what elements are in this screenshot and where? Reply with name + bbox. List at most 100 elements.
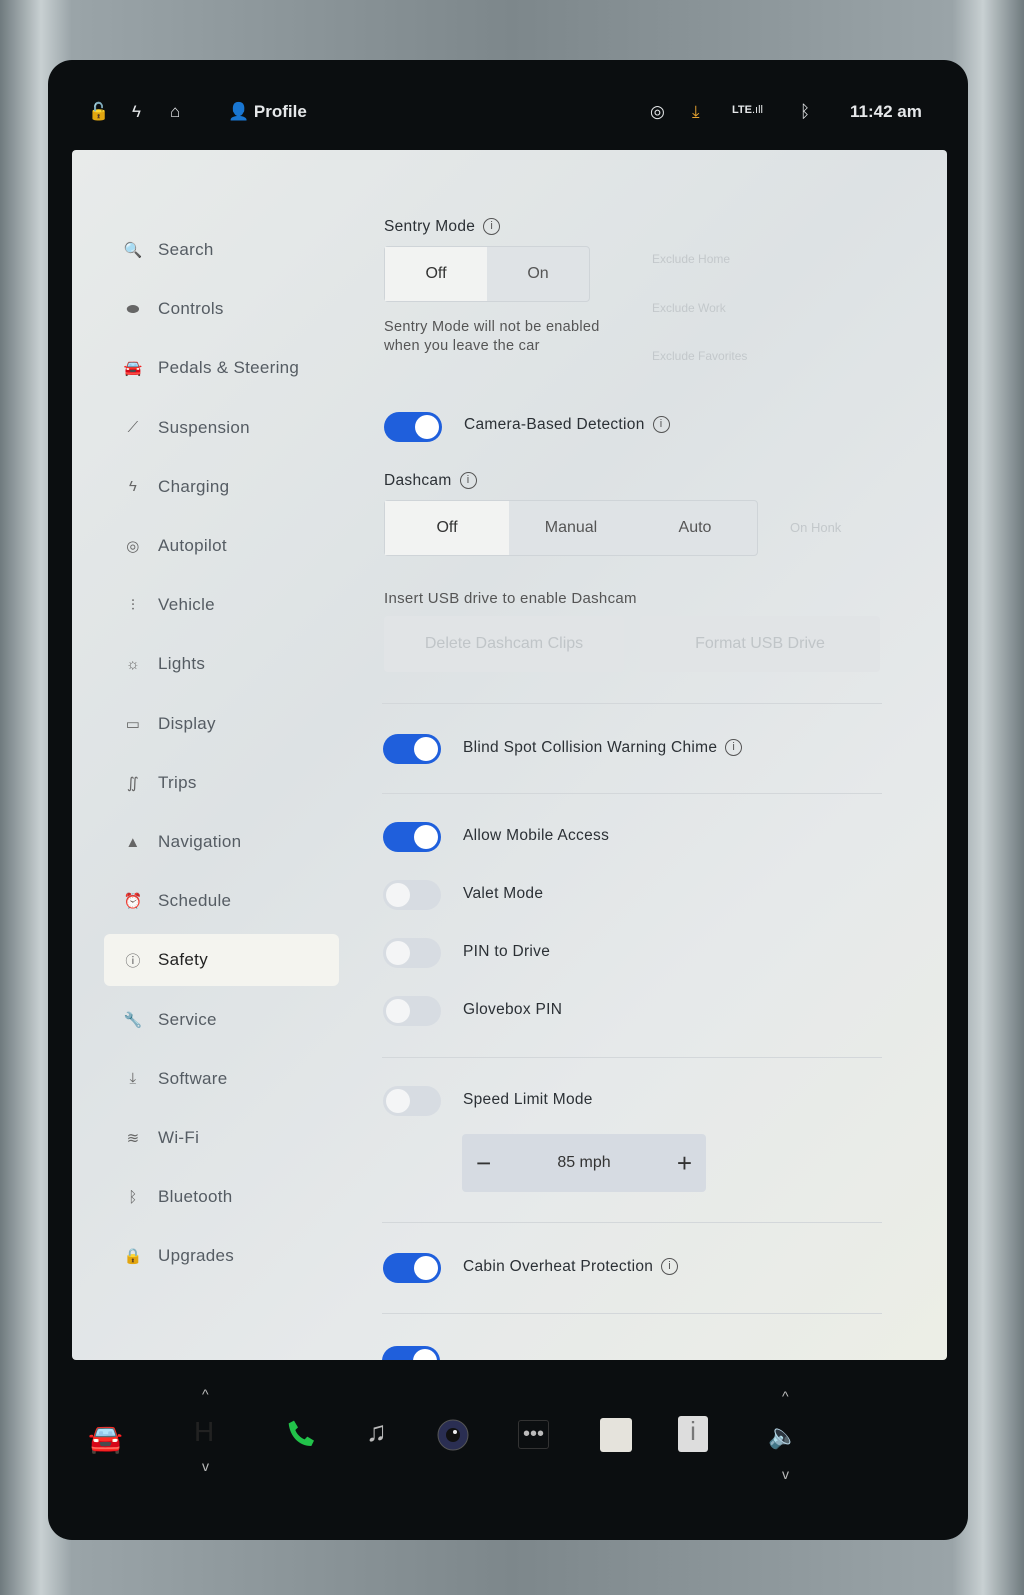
info-icon[interactable]: i xyxy=(459,472,477,490)
speed-limit-stepper: − 85 mph + xyxy=(462,1134,706,1192)
divider xyxy=(382,1222,882,1223)
camera-detection-toggle[interactable] xyxy=(384,412,442,442)
sidebar-item-search[interactable]: 🔍 Search xyxy=(104,224,339,276)
dashcam-note: Insert USB drive to enable Dashcam xyxy=(384,590,637,607)
chevron-up-icon[interactable]: ^ xyxy=(782,1388,789,1404)
info-icon[interactable]: i xyxy=(661,1258,679,1276)
status-bar: 🔓 ϟ ⌂ 👤 Profile ◎ ⤓ LTE.ıll ᛒ 11:42 am xyxy=(60,88,960,138)
sidebar-item-schedule[interactable]: ⏰ Schedule xyxy=(104,875,339,927)
sidebar-icon: ⤓ xyxy=(129,1070,137,1088)
sidebar-item-label: Display xyxy=(158,713,216,733)
manual-icon[interactable]: i xyxy=(678,1416,708,1452)
toggle-pin-to-drive[interactable] xyxy=(383,938,441,968)
sidebar-icon: ☼ xyxy=(125,655,141,673)
sidebar-item-vehicle[interactable]: ⫶ Vehicle xyxy=(104,579,339,631)
sidebar-item-service[interactable]: 🔧 Service xyxy=(104,994,339,1046)
sidebar-icon: 🚘 xyxy=(123,360,143,378)
toggle-label: Blind Spot Collision Warning Chime i xyxy=(463,739,743,757)
sidebar-item-charging[interactable]: ϟ Charging xyxy=(104,461,339,513)
toggle-label: Speed Limit Mode xyxy=(463,1091,593,1108)
chevron-up-icon[interactable]: ^ xyxy=(202,1386,209,1402)
signal-icon: LTE.ıll xyxy=(732,104,763,116)
sidebar-item-navigation[interactable]: ▲ Navigation xyxy=(104,816,339,868)
car-icon[interactable]: 🚘 xyxy=(88,1422,123,1455)
toggle-label: Valet Mode xyxy=(463,885,544,902)
toggle-cabin-overheat-protection[interactable] xyxy=(383,1253,441,1283)
sidebar-item-trips[interactable]: ∬ Trips xyxy=(104,757,339,809)
camera-icon[interactable] xyxy=(436,1418,470,1459)
sidebar-icon: ≋ xyxy=(126,1130,140,1147)
lock-icon[interactable]: 🔓 xyxy=(88,102,109,122)
toggle-valet-mode[interactable] xyxy=(383,880,441,910)
toggle-blind-spot-collision-warning-chime[interactable] xyxy=(383,734,441,764)
sidebar-item-wi-fi[interactable]: ≋ Wi-Fi xyxy=(104,1112,339,1164)
delete-dashcam-clips-button[interactable]: Delete Dashcam Clips xyxy=(384,616,624,672)
toggle-speed-limit-mode[interactable] xyxy=(383,1086,441,1116)
sentry-icon[interactable]: ◎ xyxy=(650,102,665,122)
decrease-button[interactable]: − xyxy=(476,1148,491,1179)
phone-icon[interactable] xyxy=(286,1418,318,1457)
profile-button[interactable]: 👤 Profile xyxy=(228,102,307,122)
settings-panel: 🔍 Search ⬬ Controls 🚘 Pedals & Steering ⟋ Suspe… xyxy=(72,150,947,1360)
divider xyxy=(382,1313,882,1314)
chevron-down-icon[interactable]: v xyxy=(782,1466,789,1482)
dashcam-auto-option[interactable]: Auto xyxy=(633,501,757,555)
exclude-favorites: Exclude Favorites xyxy=(652,349,748,363)
music-icon[interactable]: ♫ xyxy=(366,1416,387,1448)
chevron-down-icon[interactable]: v xyxy=(202,1458,209,1474)
toggle-glovebox-pin[interactable] xyxy=(383,996,441,1026)
info-icon[interactable]: i xyxy=(652,416,670,434)
dashcam-off-option[interactable]: Off xyxy=(385,501,509,555)
divider xyxy=(382,793,882,794)
sidebar-item-pedals-steering[interactable]: 🚘 Pedals & Steering xyxy=(104,342,339,394)
sidebar-icon: ⟋ xyxy=(127,419,139,437)
speed-limit-value: 85 mph xyxy=(557,1154,611,1171)
download-icon[interactable]: ⤓ xyxy=(692,102,700,122)
bolt-icon[interactable]: ϟ xyxy=(132,102,141,122)
sentry-off-option[interactable]: Off xyxy=(385,247,487,301)
more-icon[interactable]: ••• xyxy=(518,1420,550,1449)
sidebar-icon: ⏰ xyxy=(123,893,143,911)
dashcam-manual-option[interactable]: Manual xyxy=(509,501,633,555)
on-honk-option[interactable]: On Honk xyxy=(790,520,841,535)
sidebar-item-suspension[interactable]: ⟋ Suspension xyxy=(104,402,339,454)
toggle-allow-mobile-access[interactable] xyxy=(383,822,441,852)
dashcam-title: Dashcam i xyxy=(384,472,477,490)
bluetooth-icon[interactable]: ᛒ xyxy=(800,102,810,122)
sidebar-item-label: Bluetooth xyxy=(158,1187,233,1207)
divider xyxy=(382,1057,882,1058)
sidebar-icon: 🔒 xyxy=(123,1248,143,1266)
sidebar-item-upgrades[interactable]: 🔒 Upgrades xyxy=(104,1230,339,1282)
sidebar-icon: 🔧 xyxy=(123,1011,143,1029)
partial-toggle[interactable] xyxy=(382,1346,440,1360)
sentry-title: Sentry Mode i xyxy=(384,218,501,236)
sidebar-item-software[interactable]: ⤓ Software xyxy=(104,1053,339,1105)
dashcam-selector: Off Manual Auto xyxy=(384,500,758,556)
sidebar-item-label: Upgrades xyxy=(158,1246,235,1266)
dock: 🚘 ^ H v ♫ ••• i ^ 🔈 v xyxy=(48,1370,968,1510)
sidebar-item-label: Schedule xyxy=(158,891,232,911)
sidebar-item-safety[interactable]: ⓘ Safety xyxy=(104,934,339,987)
sidebar-item-label: Lights xyxy=(158,654,206,674)
sentry-on-option[interactable]: On xyxy=(487,247,589,301)
sidebar-item-bluetooth[interactable]: ᛒ Bluetooth xyxy=(104,1171,339,1223)
format-usb-button[interactable]: Format USB Drive xyxy=(640,616,880,672)
exclude-home: Exclude Home xyxy=(652,252,731,266)
sidebar-item-label: Navigation xyxy=(158,832,242,851)
volume-icon[interactable]: 🔈 xyxy=(768,1422,798,1451)
climate-icon[interactable]: H xyxy=(194,1416,214,1448)
sidebar-item-autopilot[interactable]: ◎ Autopilot xyxy=(104,520,339,572)
sidebar-icon: ▭ xyxy=(125,715,141,733)
info-icon[interactable]: i xyxy=(483,218,501,236)
divider xyxy=(382,703,882,704)
info-icon[interactable]: i xyxy=(725,739,743,757)
toggle-label: Allow Mobile Access xyxy=(463,827,610,844)
sidebar-item-label: Autopilot xyxy=(158,536,227,555)
sidebar-item-lights[interactable]: ☼ Lights xyxy=(104,638,339,690)
calendar-icon[interactable] xyxy=(600,1418,632,1452)
sidebar-item-display[interactable]: ▭ Display xyxy=(104,698,339,750)
home-icon[interactable]: ⌂ xyxy=(170,102,180,122)
increase-button[interactable]: + xyxy=(677,1148,692,1179)
clock: 11:42 am xyxy=(850,102,922,121)
sidebar-item-controls[interactable]: ⬬ Controls xyxy=(104,283,339,335)
